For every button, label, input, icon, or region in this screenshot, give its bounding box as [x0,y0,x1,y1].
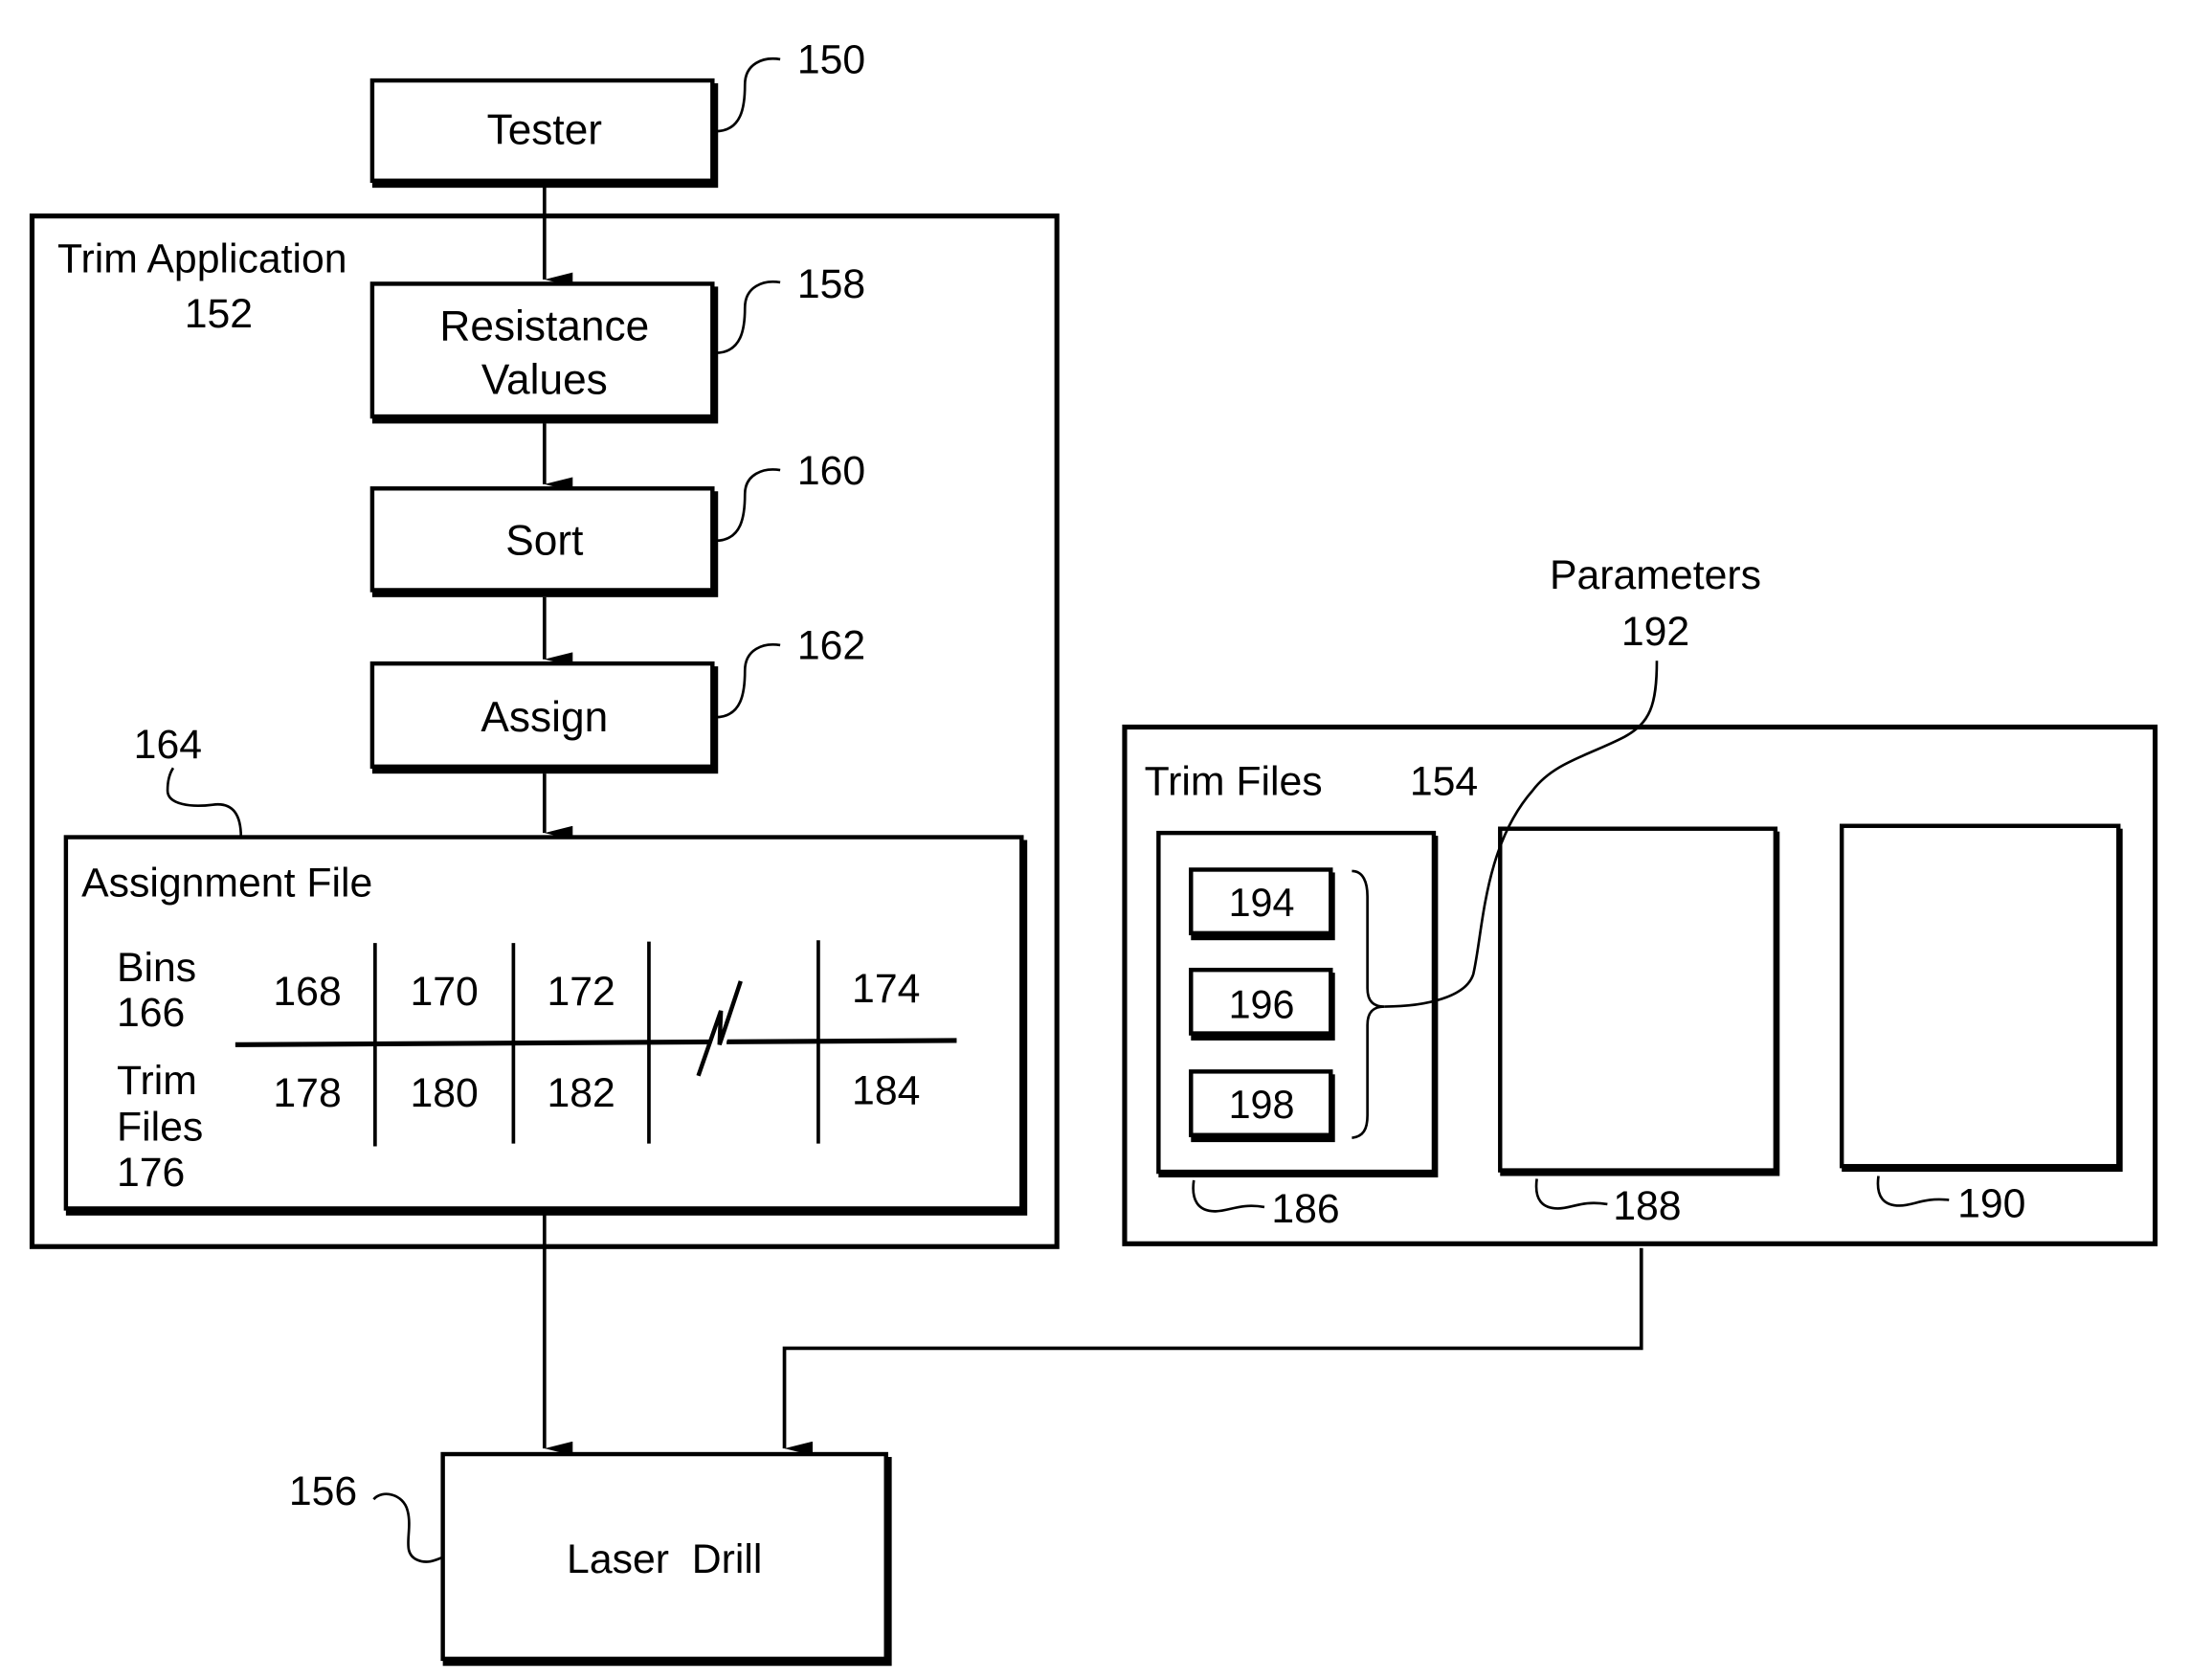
parameter-196-label: 196 [1229,982,1295,1026]
resistance-values-label-line1: Resistance [439,302,649,349]
trim-file-190[interactable] [1839,823,2123,1173]
assign-block[interactable]: Assign [369,661,719,774]
trim-files-header-line2: Files [117,1105,203,1151]
sort-block[interactable]: Sort [369,486,719,597]
bins-header: Bins [117,945,196,991]
tester-block[interactable]: Tester [369,78,719,189]
sort-ref: 160 [797,448,865,494]
bin-cell: 168 [273,969,341,1015]
trim-file-cell: 178 [273,1070,341,1116]
trim-file-cell: 180 [410,1070,478,1116]
arrow-trim-files-to-laser-drill [782,1247,1643,1456]
assign-label: Assign [480,694,608,741]
tester-ref: 150 [797,37,865,83]
trim-file-cell: 184 [852,1067,920,1113]
parameter-box-196[interactable]: 196 [1189,967,1335,1041]
trim-application-label: Trim Application [57,236,347,282]
resistance-values-block[interactable]: Resistance Values [369,281,719,424]
tester-ref-leader [715,57,781,133]
parameter-box-198[interactable]: 198 [1189,1069,1335,1143]
assignment-file-ref-leader [166,767,243,838]
trim-file-186-ref-leader [1192,1179,1265,1213]
assignment-file-block[interactable]: Assignment File Bins 166 Trim Files 176 … [63,835,1028,1216]
assignment-file-ref: 164 [134,722,202,768]
laser-drill-ref-leader [372,1492,444,1563]
trim-file-190-ref: 190 [1957,1180,2025,1226]
trim-file-188-ref: 188 [1613,1183,1681,1229]
tester-label: Tester [487,106,602,153]
assignment-file-label: Assignment File [81,860,372,906]
sort-label: Sort [505,518,583,565]
laser-drill-ref: 156 [289,1468,357,1514]
bin-cell: 172 [548,969,615,1015]
trim-files-container-ref: 154 [1410,758,1478,804]
bin-cell: 170 [410,969,478,1015]
laser-drill-block[interactable]: Laser Drill [440,1451,892,1667]
laser-drill-label: Laser Drill [567,1536,762,1582]
trim-file-188-ref-leader [1534,1178,1608,1210]
parameter-198-label: 198 [1229,1083,1295,1127]
bins-ref: 166 [117,990,185,1036]
trim-files-container[interactable]: Trim Files 154 194 196 198 186 188 190 [1122,724,2158,1246]
trim-application-ref: 152 [185,291,253,337]
resistance-ref-leader [715,280,781,355]
sort-ref-leader [715,468,781,543]
resistance-values-label-line2: Values [481,356,608,403]
bin-cell: 174 [852,966,920,1012]
trim-system-diagram: Tester 150 Trim Application 152 Resistan… [29,37,2158,1667]
trim-file-190-ref-leader [1876,1176,1950,1207]
trim-file-188[interactable] [1498,826,1780,1176]
parameters-ref: 192 [1621,609,1689,655]
trim-file-186-ref: 186 [1271,1186,1339,1232]
parameters-label: Parameters [1550,552,1761,598]
resistance-values-ref: 158 [797,261,865,307]
parameter-box-194[interactable]: 194 [1189,867,1335,941]
assign-ref: 162 [797,623,865,669]
trim-files-label: Trim Files [1145,758,1323,804]
assign-ref-leader [715,643,781,719]
trim-file-cell: 182 [548,1070,615,1116]
trim-files-ref: 176 [117,1150,185,1196]
parameter-194-label: 194 [1229,881,1295,925]
trim-files-header-line1: Trim [117,1058,197,1104]
